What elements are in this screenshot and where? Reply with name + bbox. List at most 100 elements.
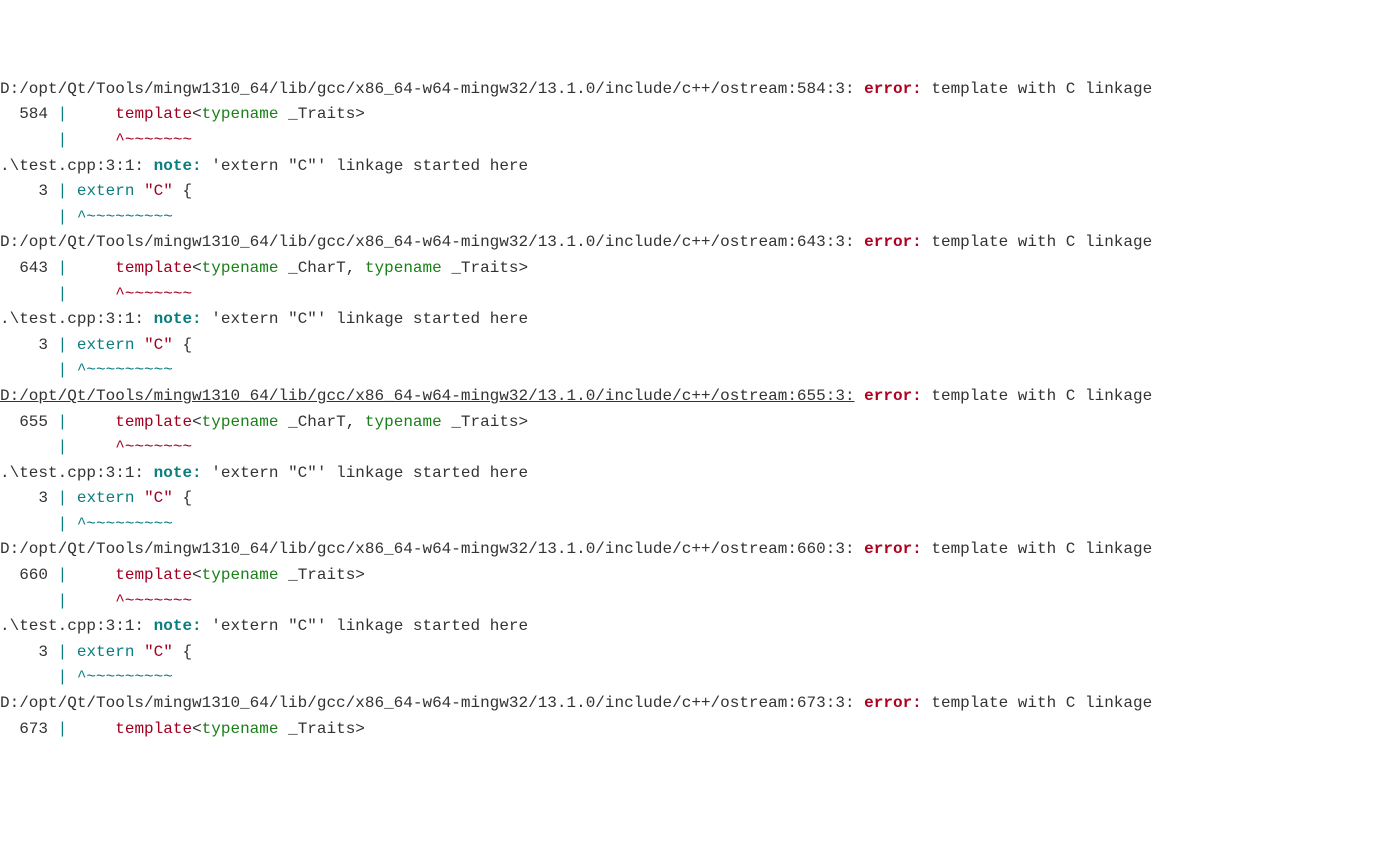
error-message: template with C linkage [931, 694, 1152, 712]
error-label: error: [864, 694, 922, 712]
pipe-separator: | [58, 643, 68, 661]
pipe-separator: | [58, 259, 68, 277]
output-line: | ^~~~~~~~ [0, 282, 1389, 308]
output-line: .\test.cpp:3:1: note: 'extern "C"' linka… [0, 307, 1389, 333]
error-message: template with C linkage [931, 233, 1152, 251]
error-label: error: [864, 540, 922, 558]
pipe-separator: | [58, 182, 68, 200]
pipe-separator: | [58, 720, 68, 738]
note-location: .\test.cpp:3:1: [0, 157, 144, 175]
pipe-separator: | [58, 285, 68, 303]
keyword-typename: typename [365, 259, 442, 277]
note-label: note: [154, 464, 202, 482]
error-label: error: [864, 80, 922, 98]
note-message: 'extern "C"' linkage started here [211, 617, 528, 635]
output-line: D:/opt/Qt/Tools/mingw1310_64/lib/gcc/x86… [0, 77, 1389, 103]
output-line: 660 | template<typename _Traits> [0, 563, 1389, 589]
pipe-separator: | [58, 131, 68, 149]
pipe-separator: | [58, 489, 68, 507]
error-location: D:/opt/Qt/Tools/mingw1310_64/lib/gcc/x86… [0, 80, 855, 98]
line-number: 3 [0, 182, 48, 200]
note-message: 'extern "C"' linkage started here [211, 310, 528, 328]
note-message: 'extern "C"' linkage started here [211, 464, 528, 482]
note-underline: ^~~~~~~~~~ [77, 668, 173, 686]
output-line: .\test.cpp:3:1: note: 'extern "C"' linka… [0, 614, 1389, 640]
line-number: 643 [0, 259, 48, 277]
output-line: .\test.cpp:3:1: note: 'extern "C"' linka… [0, 154, 1389, 180]
keyword-template: template [115, 413, 192, 431]
output-line: D:/opt/Qt/Tools/mingw1310_64/lib/gcc/x86… [0, 230, 1389, 256]
output-line: | ^~~~~~~~~~ [0, 205, 1389, 231]
output-line: D:/opt/Qt/Tools/mingw1310_64/lib/gcc/x86… [0, 384, 1389, 410]
output-line: 584 | template<typename _Traits> [0, 102, 1389, 128]
note-underline: ^~~~~~~~~~ [77, 208, 173, 226]
pipe-separator: | [58, 336, 68, 354]
error-location: D:/opt/Qt/Tools/mingw1310_64/lib/gcc/x86… [0, 694, 855, 712]
keyword-typename: typename [202, 105, 279, 123]
line-number: 3 [0, 336, 48, 354]
error-label: error: [864, 233, 922, 251]
output-line: 643 | template<typename _CharT, typename… [0, 256, 1389, 282]
compiler-output: D:/opt/Qt/Tools/mingw1310_64/lib/gcc/x86… [0, 77, 1389, 742]
output-line: D:/opt/Qt/Tools/mingw1310_64/lib/gcc/x86… [0, 691, 1389, 717]
line-number: 584 [0, 105, 48, 123]
pipe-separator: | [58, 105, 68, 123]
keyword-extern: extern [77, 182, 135, 200]
error-location: D:/opt/Qt/Tools/mingw1310_64/lib/gcc/x86… [0, 540, 855, 558]
note-underline: ^~~~~~~~~~ [77, 515, 173, 533]
pipe-separator: | [58, 438, 68, 456]
error-message: template with C linkage [931, 540, 1152, 558]
error-underline: ^~~~~~~~ [115, 285, 192, 303]
string-literal: "C" [144, 182, 173, 200]
line-number: 660 [0, 566, 48, 584]
output-line: | ^~~~~~~~ [0, 435, 1389, 461]
line-number: 673 [0, 720, 48, 738]
line-number: 3 [0, 489, 48, 507]
error-message: template with C linkage [931, 387, 1152, 405]
keyword-template: template [115, 566, 192, 584]
note-label: note: [154, 617, 202, 635]
error-underline: ^~~~~~~~ [115, 131, 192, 149]
note-location: .\test.cpp:3:1: [0, 464, 144, 482]
error-label: error: [864, 387, 922, 405]
output-line: 3 | extern "C" { [0, 333, 1389, 359]
keyword-template: template [115, 720, 192, 738]
output-line: | ^~~~~~~~~~ [0, 665, 1389, 691]
keyword-typename: typename [202, 413, 279, 431]
output-line: 655 | template<typename _CharT, typename… [0, 410, 1389, 436]
error-underline: ^~~~~~~~ [115, 438, 192, 456]
line-number: 655 [0, 413, 48, 431]
string-literal: "C" [144, 336, 173, 354]
pipe-separator: | [58, 566, 68, 584]
string-literal: "C" [144, 643, 173, 661]
keyword-typename: typename [202, 720, 279, 738]
string-literal: "C" [144, 489, 173, 507]
keyword-template: template [115, 105, 192, 123]
error-message: template with C linkage [931, 80, 1152, 98]
pipe-separator: | [58, 515, 68, 533]
note-label: note: [154, 157, 202, 175]
note-label: note: [154, 310, 202, 328]
output-line: .\test.cpp:3:1: note: 'extern "C"' linka… [0, 461, 1389, 487]
output-line: | ^~~~~~~~~~ [0, 512, 1389, 538]
keyword-extern: extern [77, 643, 135, 661]
line-number: 3 [0, 643, 48, 661]
keyword-typename: typename [202, 566, 279, 584]
pipe-separator: | [58, 208, 68, 226]
output-line: 3 | extern "C" { [0, 640, 1389, 666]
output-line: | ^~~~~~~~ [0, 589, 1389, 615]
note-underline: ^~~~~~~~~~ [77, 361, 173, 379]
keyword-typename: typename [202, 259, 279, 277]
output-line: D:/opt/Qt/Tools/mingw1310_64/lib/gcc/x86… [0, 537, 1389, 563]
keyword-template: template [115, 259, 192, 277]
output-line: 3 | extern "C" { [0, 179, 1389, 205]
output-line: | ^~~~~~~~~~ [0, 358, 1389, 384]
error-location: D:/opt/Qt/Tools/mingw1310_64/lib/gcc/x86… [0, 387, 855, 405]
output-line: | ^~~~~~~~ [0, 128, 1389, 154]
pipe-separator: | [58, 592, 68, 610]
keyword-typename: typename [365, 413, 442, 431]
keyword-extern: extern [77, 489, 135, 507]
output-line: 3 | extern "C" { [0, 486, 1389, 512]
pipe-separator: | [58, 668, 68, 686]
output-line: 673 | template<typename _Traits> [0, 717, 1389, 743]
